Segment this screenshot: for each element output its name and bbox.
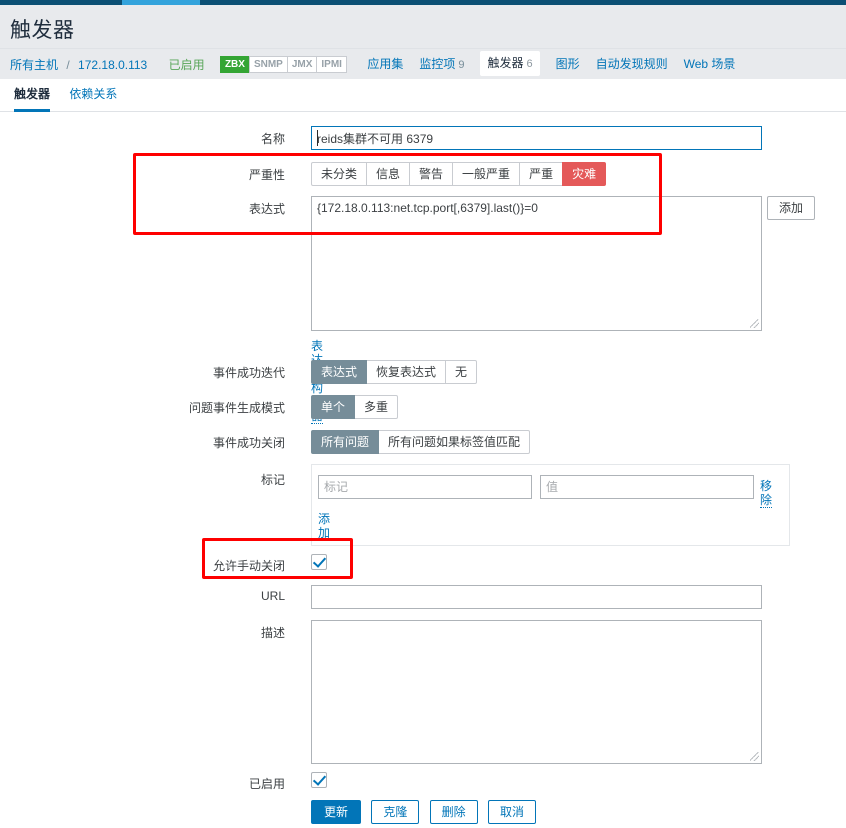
expression-add-button[interactable]: 添加 xyxy=(767,196,815,220)
breadcrumb-host[interactable]: 172.18.0.113 xyxy=(78,50,147,80)
severity-label: 严重性 xyxy=(248,168,285,182)
nav-item-applications-label: 应用集 xyxy=(367,57,404,71)
nav-item-triggers-label: 触发器 xyxy=(487,56,524,70)
problem-event-mode-option-single[interactable]: 单个 xyxy=(311,395,356,419)
protocol-badges: ZBX SNMP JMX IPMI xyxy=(219,56,347,73)
clone-button[interactable]: 克隆 xyxy=(371,800,420,824)
name-input[interactable] xyxy=(311,126,762,150)
nav-item-applications[interactable]: 应用集 xyxy=(367,49,403,79)
nav-item-items[interactable]: 监控项 9 xyxy=(419,49,464,80)
severity-option-high[interactable]: 严重 xyxy=(519,162,564,186)
breadcrumb: 所有主机 / 172.18.0.113 已启用 ZBX SNMP JMX IPMI 应… xyxy=(0,48,846,79)
nav-item-discovery-rules[interactable]: 自动发现规则 xyxy=(596,49,668,79)
expression-textarea[interactable] xyxy=(311,196,762,331)
nav-item-triggers[interactable]: 触发器 6 xyxy=(480,51,540,76)
nav-item-discovery-rules-label: 自动发现规则 xyxy=(595,57,668,71)
protocol-badge-jmx[interactable]: JMX xyxy=(286,56,318,73)
severity-option-disaster[interactable]: 灾难 xyxy=(562,162,607,186)
tag-add-link[interactable]: 添加 xyxy=(318,512,331,541)
enabled-label: 已启用 xyxy=(248,777,285,791)
update-button[interactable]: 更新 xyxy=(311,800,361,824)
nav-item-graphs-label: 图形 xyxy=(555,57,580,71)
nav-item-graphs[interactable]: 图形 xyxy=(556,49,580,79)
allow-manual-close-label: 允许手动关闭 xyxy=(212,559,285,573)
protocol-badge-snmp[interactable]: SNMP xyxy=(248,56,288,73)
severity-selector: 未分类 信息 警告 一般严重 严重 灾难 xyxy=(311,162,607,186)
tab-trigger[interactable]: 触发器 xyxy=(14,79,51,112)
problem-event-mode-label: 问题事件生成模式 xyxy=(188,401,285,415)
ok-event-generation-selector: 表达式 恢复表达式无 xyxy=(311,360,478,384)
host-status-enabled[interactable]: 已启用 xyxy=(169,50,205,80)
page-header: 触发器 xyxy=(0,5,846,48)
host-nav-items: 应用集 监控项 9 触发器 6 图形 自动发现规则 Web 场景 xyxy=(367,49,751,80)
ok-event-closes-option-all-problems[interactable]: 所有问题 xyxy=(311,430,380,454)
tags-label: 标记 xyxy=(260,473,285,487)
nav-item-items-label: 监控项 xyxy=(419,57,456,71)
page-title: 触发器 xyxy=(10,19,75,42)
ok-event-generation-option-expression[interactable]: 表达式 xyxy=(311,360,368,384)
expression-label: 表达式 xyxy=(248,202,285,216)
protocol-badge-ipmi[interactable]: IPMI xyxy=(316,56,347,73)
form-actions: 更新 克隆 删除 取消 xyxy=(311,800,537,824)
ok-event-generation-label: 事件成功迭代 xyxy=(212,366,285,380)
ok-event-closes-option-all-problems-tag-match[interactable]: 所有问题如果标签值匹配 xyxy=(378,430,531,454)
breadcrumb-separator: / xyxy=(66,57,70,72)
nav-item-web-scenarios[interactable]: Web 场景 xyxy=(684,49,736,79)
problem-event-mode-selector: 单个 多重 xyxy=(311,395,399,419)
ok-event-generation-option-none[interactable]: 无 xyxy=(445,360,478,384)
tag-remove-link[interactable]: 移除 xyxy=(760,479,773,508)
nav-item-items-count: 9 xyxy=(458,59,465,71)
allow-manual-close-checkbox[interactable] xyxy=(311,554,327,570)
delete-button[interactable]: 删除 xyxy=(429,800,478,824)
description-label: 描述 xyxy=(260,626,285,640)
cancel-button[interactable]: 取消 xyxy=(488,800,537,824)
description-textarea[interactable] xyxy=(311,620,762,764)
problem-event-mode-option-multiple[interactable]: 多重 xyxy=(354,395,399,419)
tag-value-input[interactable] xyxy=(540,475,754,499)
url-input[interactable] xyxy=(311,585,762,609)
severity-option-not-classified[interactable]: 未分类 xyxy=(311,162,368,186)
severity-option-information[interactable]: 信息 xyxy=(366,162,411,186)
ok-event-generation-option-recovery-expression[interactable]: 恢复表达式 xyxy=(366,360,447,384)
tag-name-input[interactable] xyxy=(318,475,532,499)
ok-event-closes-label: 事件成功关闭 xyxy=(212,436,285,450)
text-cursor xyxy=(317,130,318,146)
name-label: 名称 xyxy=(260,132,285,146)
tab-dependencies[interactable]: 依赖关系 xyxy=(69,79,117,112)
breadcrumb-all-hosts[interactable]: 所有主机 xyxy=(10,50,58,80)
severity-option-warning[interactable]: 警告 xyxy=(409,162,454,186)
enabled-checkbox[interactable] xyxy=(311,772,327,788)
nav-item-web-scenarios-label: Web 场景 xyxy=(683,57,736,71)
severity-option-average[interactable]: 一般严重 xyxy=(452,162,521,186)
form-tabs: 触发器 依赖关系 xyxy=(0,79,846,112)
protocol-badge-zbx[interactable]: ZBX xyxy=(219,56,250,73)
ok-event-closes-selector: 所有问题 所有问题如果标签值匹配 xyxy=(311,430,531,454)
url-label: URL xyxy=(260,589,285,603)
nav-item-triggers-count: 6 xyxy=(526,58,533,70)
